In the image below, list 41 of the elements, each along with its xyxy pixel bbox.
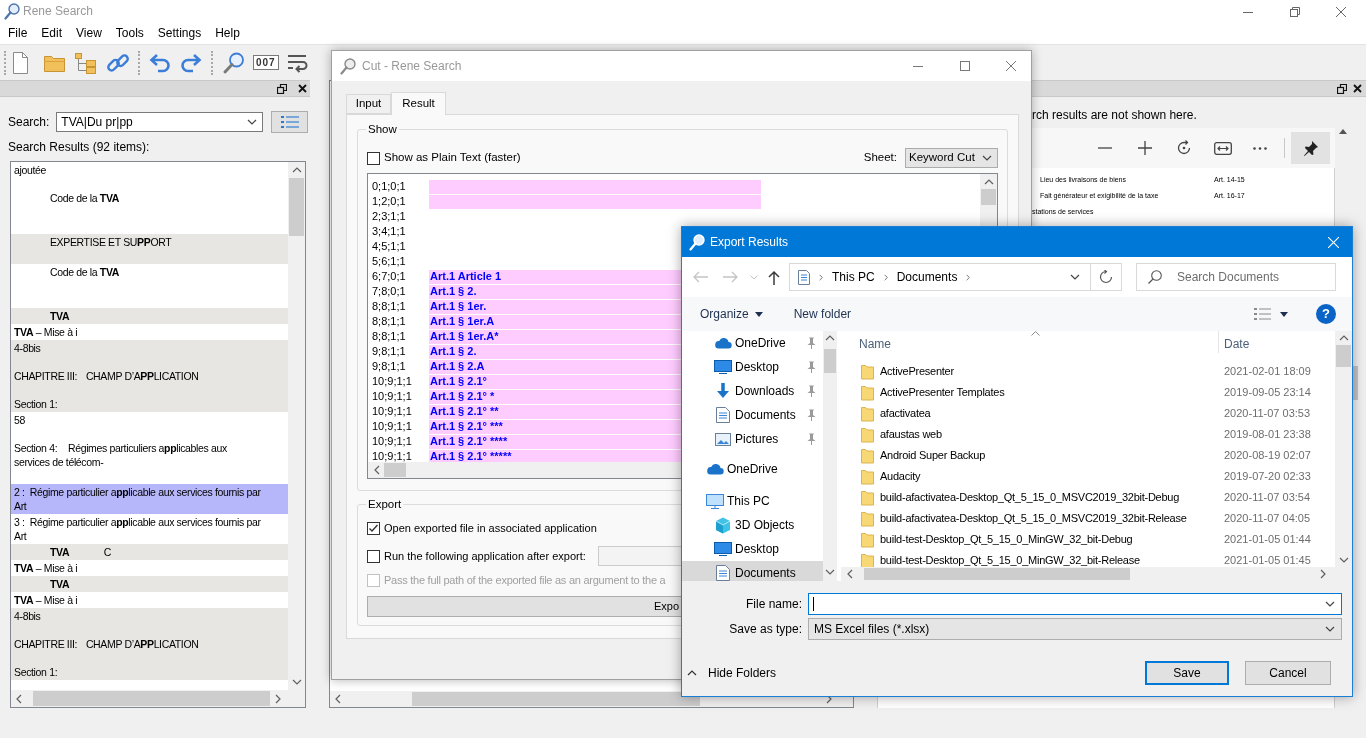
field-label: Sheet: [863,150,897,166]
field-label: Search: [8,114,50,131]
row-position: 8;8;1;1 [371,299,407,315]
dialog-title: Cut - Rene Search [362,58,462,75]
row-position: 6;7;0;1 [371,269,407,285]
file-date: 2020-11-07 03:53 [1223,406,1311,422]
row-position: 8;8;1;1 [371,329,407,345]
checkbox-label: Pass the full path of the exported file as an argument to the a [384,572,666,588]
file-date: 2019-09-05 23:14 [1223,385,1311,401]
file-date: 2021-02-01 18:09 [1223,364,1311,380]
group-title: Show [366,122,399,136]
row-position: 10;9;1;1 [371,374,413,390]
group-title: Export [366,497,404,511]
row-position: 2;3;1;1 [371,209,407,225]
row-position: 10;9;1;1 [371,449,413,462]
window-title: Rene Search [23,3,94,20]
file-date: 2020-11-07 04:05 [1223,511,1311,527]
row-position: 10;9;1;1 [371,404,413,420]
file-date: 2021-01-05 01:45 [1223,553,1311,567]
row-position: 1;2;0;1 [371,194,407,210]
row-position: 0;1;0;1 [371,179,407,195]
dialog-title: Export Results [710,234,789,251]
row-position: 10;9;1;1 [371,419,413,435]
results-label: Search Results (92 items): [8,139,151,155]
field-label: Save as type: [728,621,802,638]
file-date: 2020-11-07 03:54 [1223,490,1311,506]
row-position: 5;6;1;1 [371,254,407,270]
row-position: 8;8;1;1 [371,314,407,330]
file-date: 2020-08-19 02:07 [1223,448,1311,464]
row-position: 10;9;1;1 [371,389,413,405]
row-position: 10;9;1;1 [371,434,413,450]
row-position: 9;8;1;1 [371,359,407,375]
row-position: 4;5;1;1 [371,239,407,255]
field-label: File name: [744,596,802,613]
row-position: 3;4;1;1 [371,224,407,240]
row-position: 7;8;0;1 [371,284,407,300]
file-date: 2019-08-01 23:38 [1223,427,1311,443]
row-position: 9;8;1;1 [371,344,407,360]
file-date: 2019-07-20 02:33 [1223,469,1311,485]
notice-text: rch results are not shown here. [1032,108,1198,122]
file-date: 2021-01-05 01:44 [1223,532,1311,548]
